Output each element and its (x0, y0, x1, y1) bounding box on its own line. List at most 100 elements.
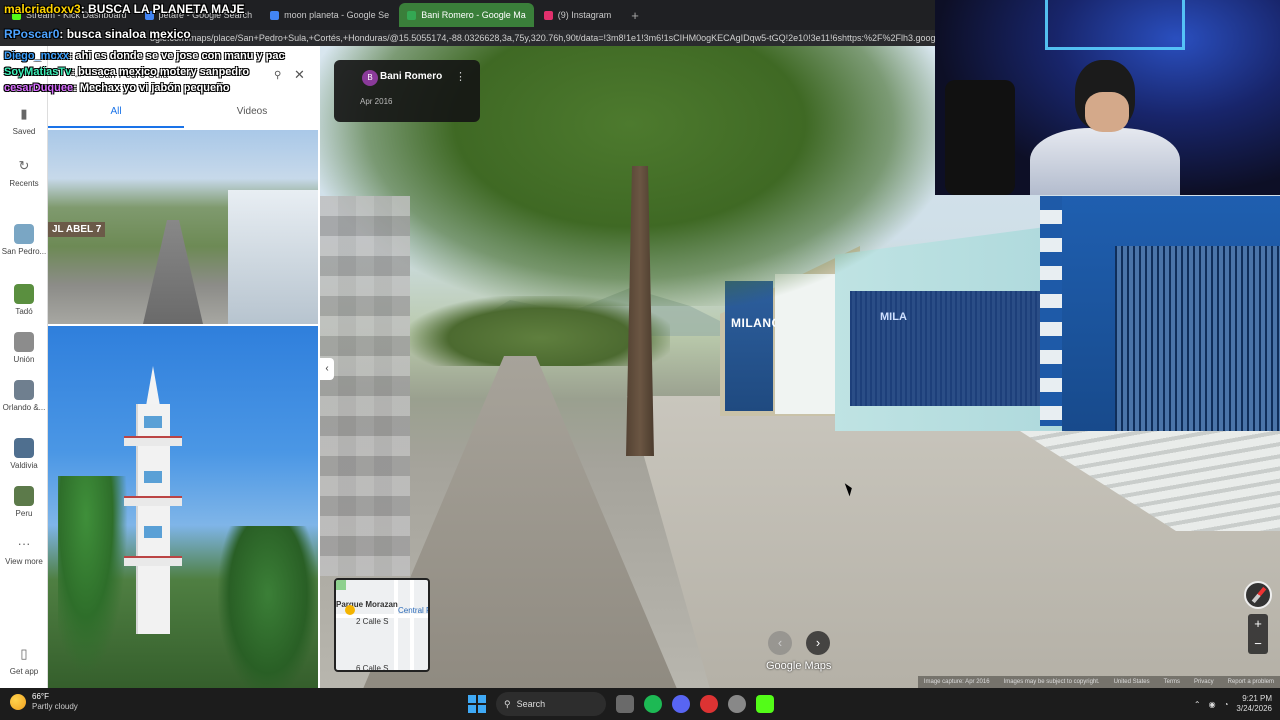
rail-item-orlando[interactable]: Orlando &... (0, 380, 48, 412)
network-icon[interactable]: ◉ (1209, 700, 1216, 709)
tab-moon-planeta-search[interactable]: moon planeta - Google Se (262, 3, 397, 27)
minimap-park (336, 580, 346, 590)
tab-videos[interactable]: Videos (184, 106, 320, 128)
google-maps-logo: Google Maps (766, 660, 832, 672)
rail-item-get-app[interactable]: ▯ Get app (0, 644, 48, 676)
photo-building (228, 190, 318, 324)
bookmark-icon: ▮ (20, 106, 28, 121)
rail-item-valdivia[interactable]: Valdivia (0, 438, 48, 470)
chat-overlay: Diego_mcxx: ahi es donde se ve jose con … (4, 50, 285, 98)
pegman-icon[interactable] (345, 605, 355, 615)
minimap[interactable]: Parque Morazan Central Par 2 Calle S 6 C… (334, 578, 430, 672)
chat-message: cesarDuquee: Mechax yo vi jabón pequeño (4, 82, 285, 94)
tab-instagram[interactable]: (9) Instagram (536, 3, 620, 27)
rail-item-peru[interactable]: Peru (0, 486, 48, 518)
photo-tower (118, 366, 188, 666)
spotify-icon[interactable] (644, 695, 662, 713)
system-tray: ⌃ ◉ ◔ 9:21 PM 3/24/2026 (1194, 694, 1272, 714)
minimap-road (394, 580, 398, 670)
contributor-name[interactable]: Bani Romero (380, 71, 442, 82)
place-photo-tower[interactable] (48, 326, 318, 688)
taskbar-apps: ⚲ Search (468, 692, 774, 716)
google-favicon-icon (270, 10, 280, 20)
chat-user: Diego_mcxx (4, 50, 69, 62)
weather-condition: Partly cloudy (32, 702, 78, 711)
zoom-in-icon[interactable]: + (1248, 614, 1268, 634)
rail-item-union[interactable]: Unión (0, 332, 48, 364)
footer-capture-date: Image capture: Apr 2016 (923, 679, 990, 685)
tab-google-maps[interactable]: Bani Romero - Google Ma (399, 3, 534, 27)
chat-message: Diego_mcxx: ahi es donde se ve jose con … (4, 50, 285, 62)
zoom-out-icon[interactable]: − (1248, 634, 1268, 654)
kick-icon[interactable] (756, 695, 774, 713)
weather-temp: 66°F (32, 692, 49, 701)
chrome-icon[interactable] (728, 695, 746, 713)
minimap-label: Central Par (398, 606, 428, 615)
footer-report[interactable]: Report a problem (1228, 676, 1274, 688)
footer-copyright: Images may be subject to copyright. (1003, 679, 1100, 685)
chevron-up-icon[interactable]: ⌃ (1194, 700, 1201, 709)
opera-icon[interactable] (700, 695, 718, 713)
clock[interactable]: 9:21 PM 3/24/2026 (1236, 694, 1272, 714)
next-arrow-icon[interactable]: › (806, 631, 830, 655)
photo-sign: JL ABEL 7 (48, 222, 106, 237)
streamer-torso (1030, 128, 1180, 195)
webcam-feed (935, 0, 1280, 195)
rail-item-view-more[interactable]: ··· View more (0, 534, 48, 566)
discord-icon[interactable] (672, 695, 690, 713)
sv-gate-sign: MILANO (731, 316, 782, 330)
rail-item-label: San Pedro... (1, 247, 47, 256)
rail-item-tado[interactable]: Tadó (0, 284, 48, 316)
street-view-nav: ‹ › (768, 631, 830, 655)
minimap-label: 2 Calle S (356, 617, 389, 626)
photo-foliage (218, 526, 318, 688)
zoom-controls[interactable]: + − (1248, 614, 1268, 654)
footer-region[interactable]: United States (1114, 676, 1150, 688)
maps-favicon-icon (407, 10, 417, 20)
chat-text: : Mechax yo vi jabón pequeño (73, 82, 230, 94)
previous-arrow-icon[interactable]: ‹ (768, 631, 792, 655)
rail-item-san-pedro[interactable]: San Pedro... (0, 224, 48, 256)
sv-blurred-area (320, 196, 410, 576)
tower-balcony (124, 556, 182, 566)
place-photo-city[interactable]: JL ABEL 7 (48, 130, 318, 324)
sv-fence-sign: MILA (880, 311, 907, 323)
windows-taskbar: 66°F Partly cloudy ⚲ Search ⌃ ◉ ◔ 9:21 PM… (0, 688, 1280, 720)
place-thumbnail-icon (14, 224, 34, 244)
footer-terms[interactable]: Terms (1164, 676, 1180, 688)
file-explorer-icon[interactable] (616, 695, 634, 713)
rail-item-label: View more (5, 557, 43, 566)
overlay-title-user: malcriadoxv3 (4, 2, 81, 16)
streamer (1030, 60, 1180, 195)
rail-item-label: Saved (12, 127, 36, 136)
tower-window (144, 471, 162, 483)
sv-fence (850, 291, 1045, 406)
place-thumbnail-icon (14, 332, 34, 352)
close-icon[interactable]: ✕ (294, 67, 314, 83)
footer-privacy[interactable]: Privacy (1194, 676, 1214, 688)
more-vert-icon[interactable]: ⋮ (455, 70, 466, 83)
tab-all[interactable]: All (48, 106, 184, 128)
minimap-label: 6 Calle S (356, 664, 389, 672)
minimap-road (410, 580, 414, 670)
contributor-card[interactable]: B Bani Romero ⋮ Apr 2016 (334, 60, 480, 122)
collapse-panel-button[interactable]: ‹ (320, 358, 334, 380)
volume-icon[interactable]: ◔ (1224, 700, 1229, 709)
place-thumbnail-icon (14, 284, 34, 304)
taskbar-search[interactable]: ⚲ Search (496, 692, 606, 716)
partly-cloudy-icon (10, 694, 26, 710)
tab-label: (9) Instagram (557, 10, 612, 20)
photo-road (143, 220, 203, 324)
maps-left-rail: ▮ Saved ↻ Recents San Pedro... Tadó Unión … (0, 46, 48, 688)
rail-item-label: Unión (13, 355, 35, 364)
rail-item-recents[interactable]: ↻ Recents (0, 156, 48, 188)
search-results-panel: ← San Pedro Sula ⚲ ✕ All Videos JL ABEL … (48, 46, 320, 688)
overlay-sub-text: : busca sinaloa mexico (59, 27, 191, 41)
tab-label: moon planeta - Google Se (284, 10, 390, 20)
windows-start-icon[interactable] (468, 695, 486, 713)
new-tab-button[interactable]: + (621, 8, 649, 23)
compass-icon[interactable] (1244, 581, 1272, 609)
rail-item-saved[interactable]: ▮ Saved (0, 104, 48, 136)
tower-balcony (124, 436, 182, 446)
weather-widget[interactable]: 66°F Partly cloudy (10, 692, 78, 712)
